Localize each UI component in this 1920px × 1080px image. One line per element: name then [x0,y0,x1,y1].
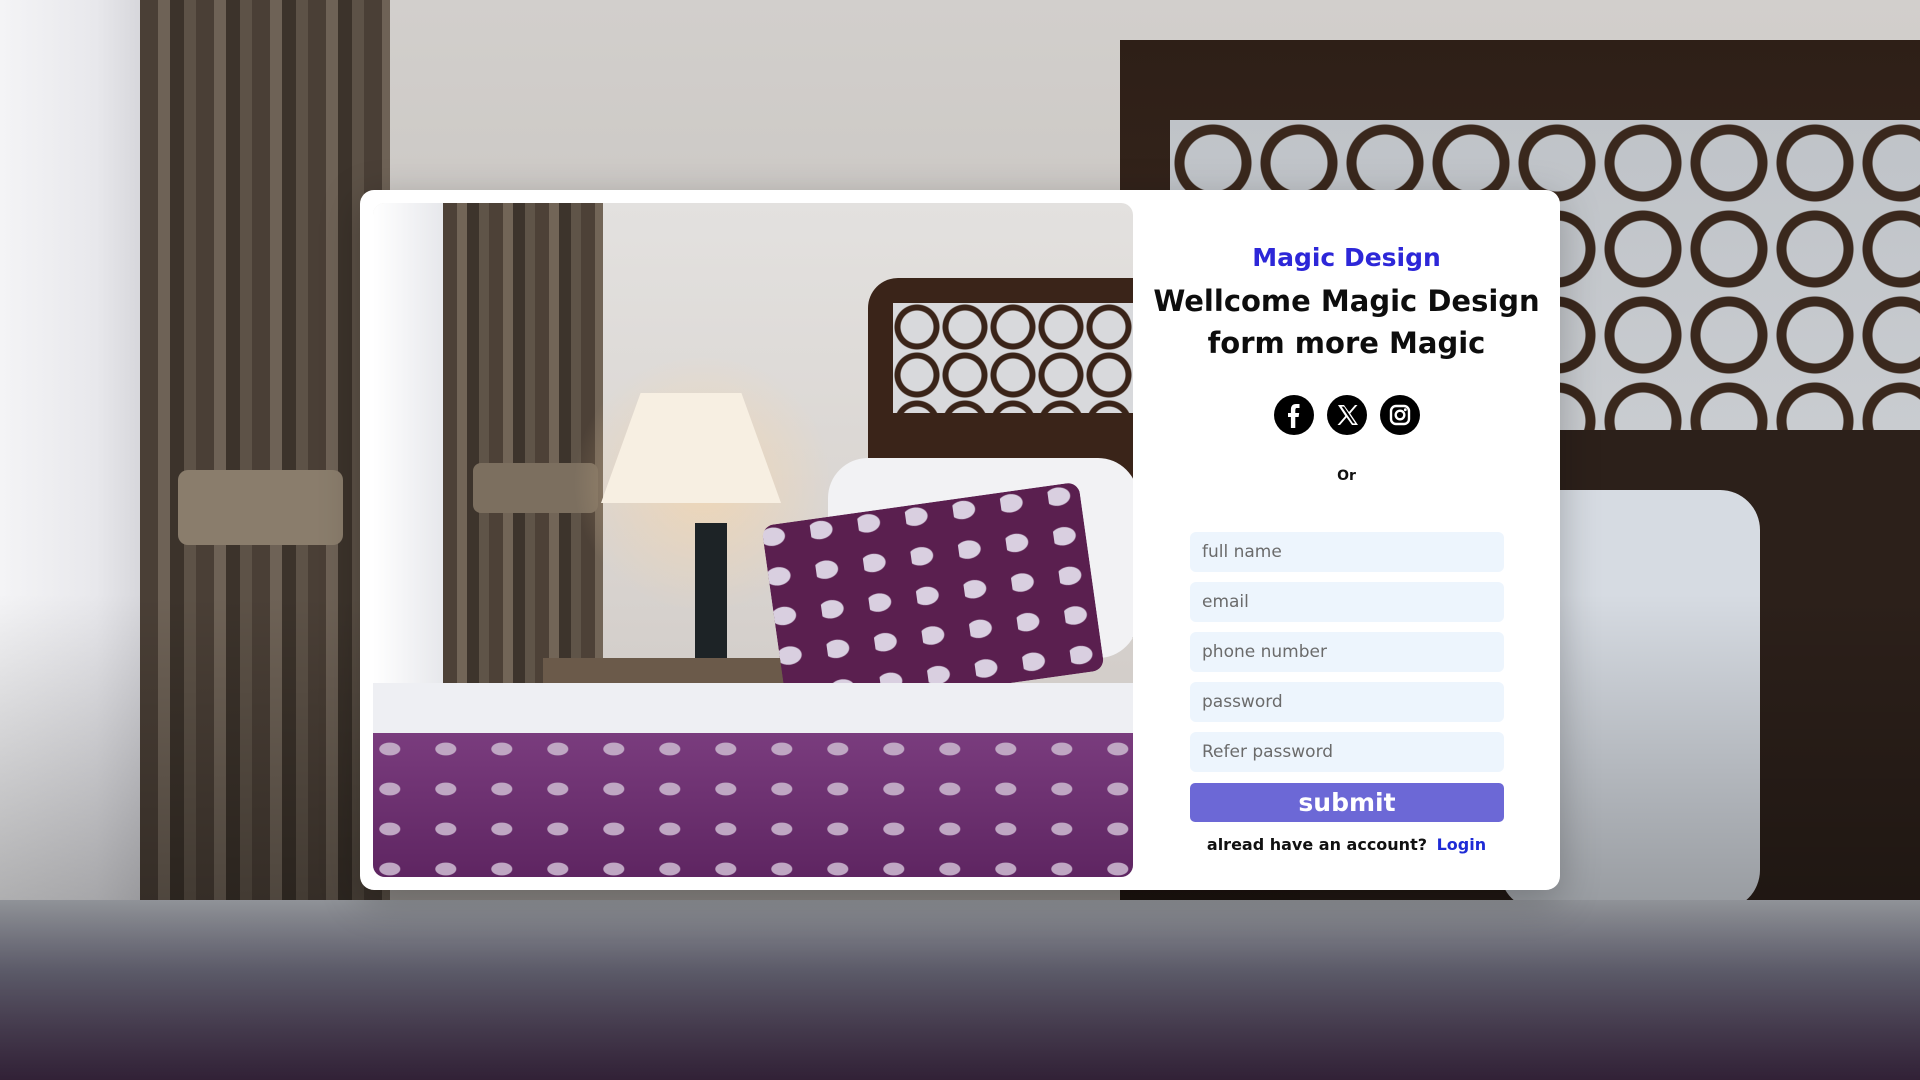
welcome-line-1: Wellcome Magic Design [1153,284,1540,318]
brand-title: Magic Design [1252,243,1441,272]
photo-lamp-base [695,523,727,663]
password-input[interactable] [1190,682,1504,722]
phone-number-input[interactable] [1190,632,1504,672]
x-icon[interactable] [1326,395,1367,435]
signup-card: Magic Design Wellcome Magic Design form … [360,190,1560,890]
photo-sheer-curtain [373,203,448,723]
login-link[interactable]: Login [1437,835,1487,854]
signup-form: Magic Design Wellcome Magic Design form … [1133,190,1560,890]
login-prompt: alread have an account? Login [1133,835,1560,854]
login-prompt-text: alread have an account? [1206,835,1427,854]
submit-button[interactable]: submit [1190,783,1504,822]
divider-or: Or [1337,468,1356,484]
bedroom-photo [373,203,1133,877]
full-name-input[interactable] [1190,532,1504,572]
photo-bed-runner [373,733,1133,877]
welcome-heading: Wellcome Magic Design form more Magic [1133,280,1560,364]
refer-password-input[interactable] [1190,732,1504,772]
email-input[interactable] [1190,582,1504,622]
social-login-group [1133,395,1560,435]
welcome-line-2: form more Magic [1207,326,1486,360]
instagram-icon[interactable] [1379,395,1420,435]
photo-lattice [893,303,1133,413]
facebook-icon[interactable] [1273,395,1314,435]
